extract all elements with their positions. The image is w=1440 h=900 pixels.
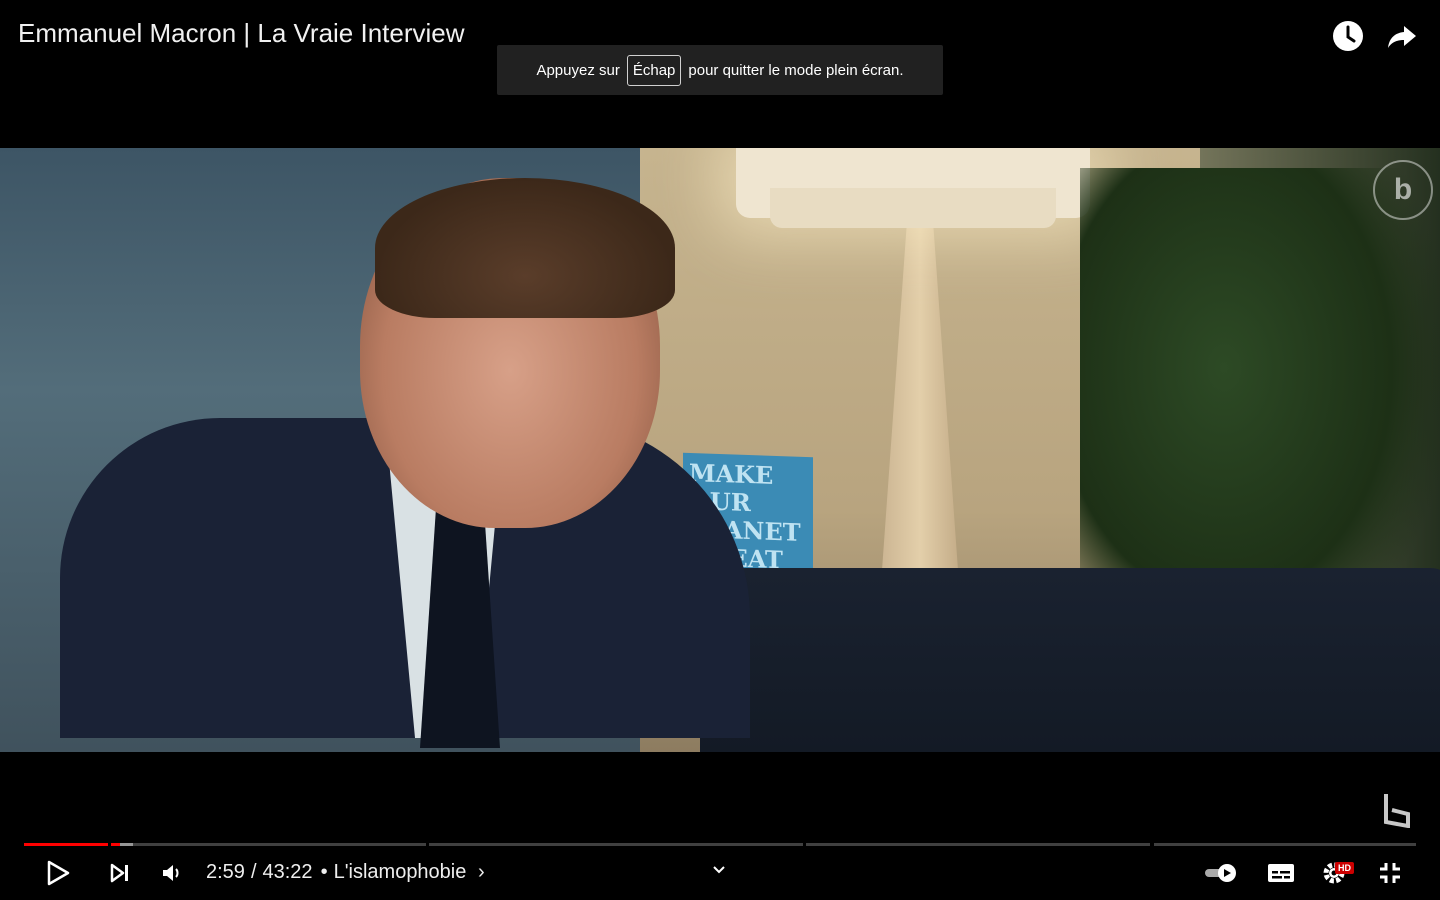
video-title[interactable]: Emmanuel Macron | La Vraie Interview bbox=[18, 18, 465, 49]
duration: 43:22 bbox=[262, 861, 313, 883]
subtitles-icon bbox=[1268, 864, 1294, 882]
chapter-segment[interactable] bbox=[429, 843, 803, 846]
progress-played bbox=[24, 843, 108, 846]
hint-text-before: Appuyez sur bbox=[536, 61, 620, 79]
hint-text-after: pour quitter le mode plein écran. bbox=[688, 61, 904, 79]
progress-played bbox=[111, 843, 120, 846]
chevron-right-icon: › bbox=[477, 861, 485, 883]
chapter-segment[interactable] bbox=[24, 843, 108, 846]
chapter-title: L'islamophobie bbox=[333, 861, 467, 883]
subtitles-button[interactable] bbox=[1263, 855, 1299, 891]
hd-badge: HD bbox=[1335, 862, 1354, 874]
autoplay-toggle[interactable] bbox=[1200, 855, 1242, 891]
play-button[interactable] bbox=[40, 855, 76, 891]
fullscreen-exit-hint: Appuyez sur Échap pour quitter le mode p… bbox=[497, 45, 943, 95]
share-icon bbox=[1388, 26, 1416, 48]
play-icon bbox=[47, 860, 70, 886]
volume-icon bbox=[163, 865, 179, 881]
channel-branding-icon[interactable] bbox=[1382, 792, 1412, 829]
autoplay-toggle-icon bbox=[1205, 864, 1236, 882]
chapter-bullet: • bbox=[320, 861, 328, 883]
sofa bbox=[700, 568, 1440, 752]
exit-fullscreen-button[interactable] bbox=[1372, 855, 1408, 891]
next-icon bbox=[110, 863, 128, 883]
volume-button[interactable] bbox=[154, 855, 190, 891]
chapter-segment[interactable] bbox=[111, 843, 426, 846]
escape-key-label: Échap bbox=[626, 54, 682, 86]
video-frame[interactable]: MAKE OUR PLANET GREAT AGAIN b bbox=[0, 148, 1440, 752]
watch-later-button[interactable] bbox=[1328, 16, 1368, 56]
exit-fullscreen-icon bbox=[1380, 863, 1400, 883]
clock-icon bbox=[1333, 21, 1363, 51]
next-button[interactable] bbox=[102, 855, 138, 891]
chapter-segment[interactable] bbox=[806, 843, 1150, 846]
share-button[interactable] bbox=[1382, 16, 1422, 56]
time-display: 2:59 / 43:22 • L'islamophobie › bbox=[206, 861, 485, 884]
chapter-title-button[interactable]: L'islamophobie › bbox=[334, 861, 485, 884]
time-separator: / bbox=[250, 861, 257, 883]
chevron-down-icon bbox=[713, 866, 725, 874]
progress-bar[interactable] bbox=[24, 843, 1416, 846]
lamp-shade-lower bbox=[770, 188, 1056, 228]
channel-logo-icon: b bbox=[1373, 160, 1433, 220]
current-time: 2:59 bbox=[206, 861, 245, 883]
person-hair bbox=[375, 178, 675, 318]
chapter-segment[interactable] bbox=[1154, 843, 1416, 846]
expand-chapters-button[interactable] bbox=[704, 852, 734, 888]
